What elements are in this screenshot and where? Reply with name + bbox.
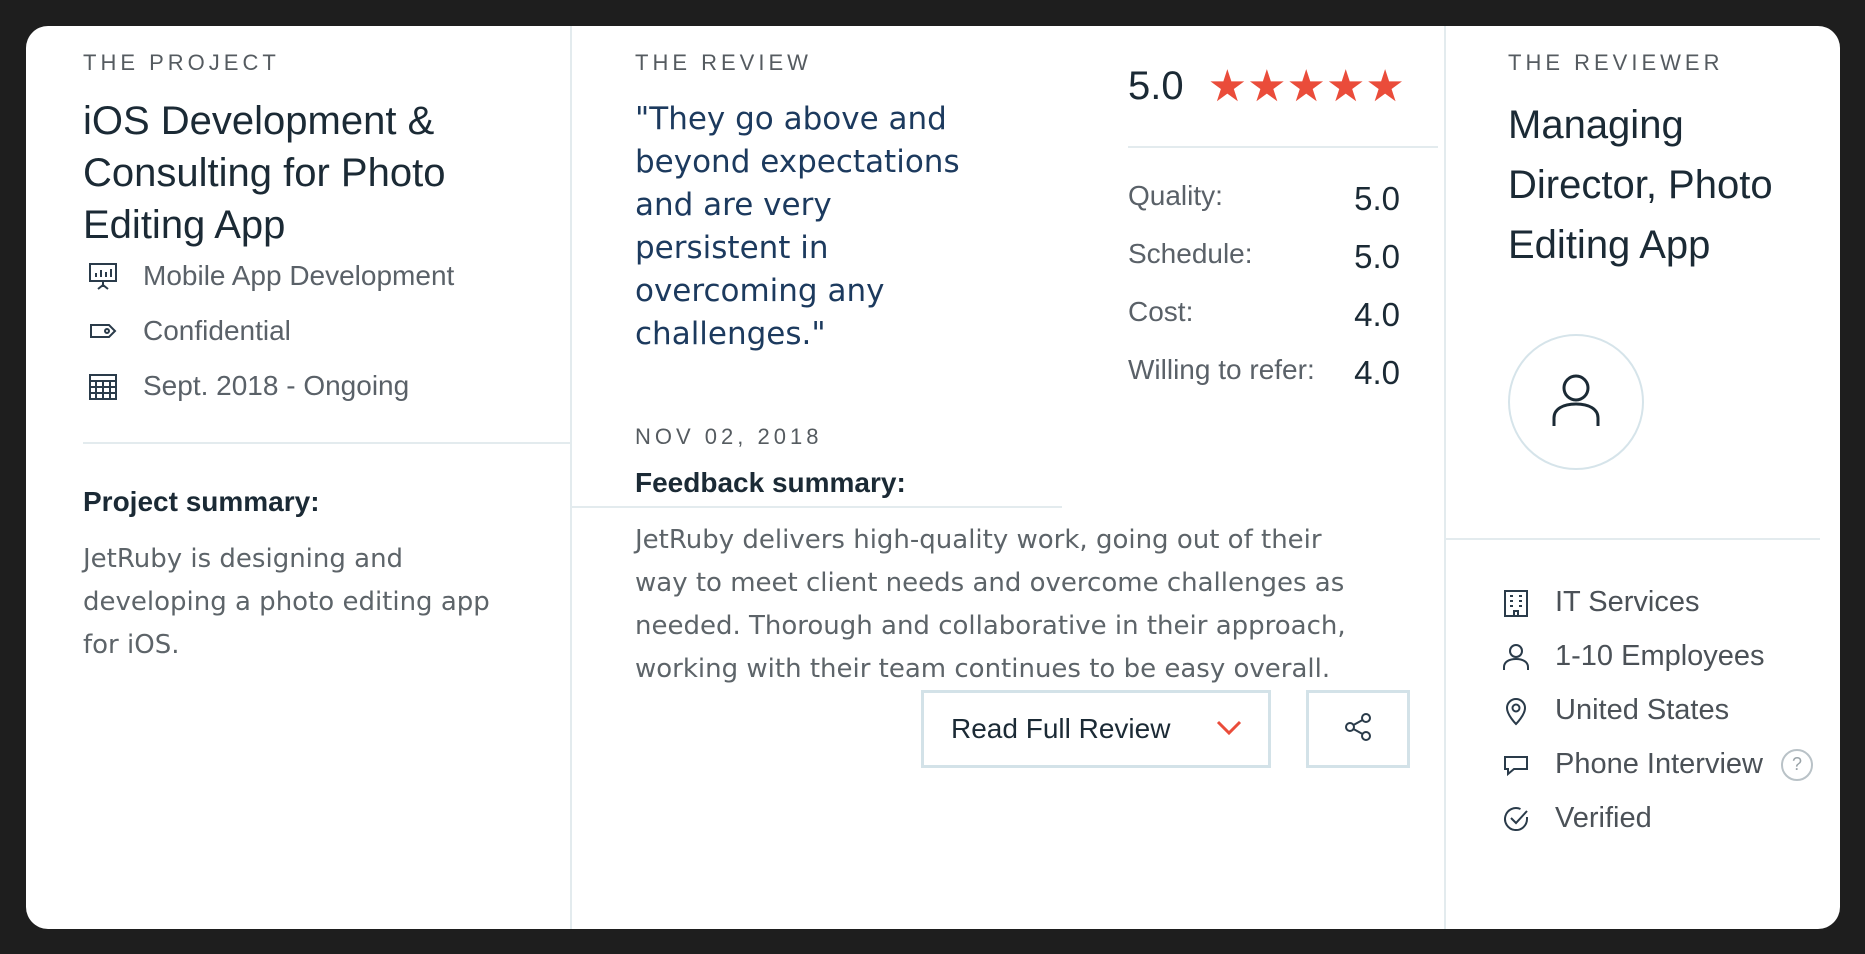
project-size-text: Confidential	[143, 315, 291, 346]
person-icon	[1499, 642, 1533, 672]
reviewer-industry-text: IT Services	[1555, 586, 1700, 618]
rating-label: Quality:	[1128, 180, 1223, 211]
reviewer-location-text: United States	[1555, 694, 1730, 726]
reviewer-verified: Verified	[1499, 802, 1652, 835]
review-card: THE PROJECT iOS Development & Consulting…	[26, 26, 1840, 929]
tag-icon	[83, 315, 123, 347]
reviewer-review-type: Phone Interview ?	[1499, 748, 1813, 781]
project-length-text: Sept. 2018 - Ongoing	[143, 370, 410, 401]
avatar	[1508, 334, 1644, 470]
feedback-summary-text: JetRuby delivers high-quality work, goin…	[635, 525, 1346, 684]
read-full-review-button[interactable]: Read Full Review	[921, 690, 1271, 768]
building-icon	[1499, 588, 1533, 618]
project-title: iOS Development & Consulting for Photo E…	[83, 99, 446, 247]
reviewer-company-size-text: 1-10 Employees	[1555, 640, 1765, 672]
divider	[572, 506, 1062, 508]
speech-bubble-icon	[1499, 750, 1533, 780]
star-rating: ★ ★ ★ ★ ★	[1207, 61, 1405, 111]
rating-schedule: Schedule: 5.0	[1128, 238, 1400, 276]
divider	[1128, 146, 1438, 148]
rating-willing-to-refer: Willing to refer: 4.0	[1128, 354, 1400, 392]
star-icon: ★	[1286, 61, 1326, 111]
location-pin-icon	[1499, 696, 1533, 726]
project-summary-text: JetRuby is designing and developing a ph…	[83, 544, 490, 660]
rating-label: Cost:	[1128, 296, 1194, 327]
project-length-item: Sept. 2018 - Ongoing	[83, 370, 409, 402]
reviewer-industry: IT Services	[1499, 586, 1700, 619]
project-column: THE PROJECT iOS Development & Consulting…	[26, 26, 570, 929]
question-circle-icon[interactable]: ?	[1780, 748, 1813, 781]
star-icon: ★	[1365, 61, 1405, 111]
overall-rating: 5.0 ★ ★ ★ ★ ★	[1128, 64, 1405, 109]
reviewer-details: IT Services 1-10 Employees United States…	[1499, 586, 1839, 886]
rating-value: 4.0	[1354, 354, 1400, 391]
project-size-item: Confidential	[83, 315, 291, 347]
project-summary-heading: Project summary:	[83, 486, 320, 517]
project-label: THE PROJECT	[83, 50, 280, 75]
rating-quality: Quality: 5.0	[1128, 180, 1400, 218]
review-column: THE REVIEW "They go above and beyond exp…	[572, 26, 1444, 929]
reviewer-company-size: 1-10 Employees	[1499, 640, 1765, 673]
review-label: THE REVIEW	[635, 50, 812, 75]
reviewer-label: THE REVIEWER	[1508, 50, 1724, 75]
rating-value: 4.0	[1354, 296, 1400, 333]
divider	[1446, 538, 1820, 540]
share-icon	[1342, 711, 1374, 748]
rating-label: Schedule:	[1128, 238, 1253, 269]
divider	[83, 442, 570, 444]
rating-value: 5.0	[1354, 180, 1400, 217]
review-date: NOV 02, 2018	[635, 424, 823, 449]
feedback-summary-heading: Feedback summary:	[635, 467, 906, 498]
star-icon: ★	[1247, 61, 1287, 111]
reviewer-verified-text: Verified	[1555, 802, 1652, 834]
service-line-item: Mobile App Development	[83, 260, 454, 292]
rating-value: 5.0	[1354, 238, 1400, 275]
rating-cost: Cost: 4.0	[1128, 296, 1400, 334]
review-quote: "They go above and beyond expectations a…	[635, 101, 960, 352]
reviewer-review-type-text: Phone Interview	[1555, 748, 1763, 780]
star-icon: ★	[1325, 61, 1366, 111]
star-icon: ★	[1207, 61, 1248, 111]
check-circle-icon	[1499, 804, 1533, 834]
chevron-down-icon	[1214, 717, 1244, 742]
reviewer-title: Managing Director, Photo Editing App	[1508, 103, 1773, 267]
calendar-icon	[83, 370, 123, 402]
read-full-review-label: Read Full Review	[951, 713, 1171, 744]
rating-label: Willing to refer:	[1128, 354, 1315, 385]
overall-score: 5.0	[1128, 64, 1184, 108]
user-icon	[1544, 368, 1608, 437]
reviewer-column: THE REVIEWER Managing Director, Photo Ed…	[1446, 26, 1840, 929]
share-button[interactable]	[1306, 690, 1410, 768]
reviewer-location: United States	[1499, 694, 1729, 727]
presentation-icon	[83, 260, 123, 292]
service-line-text: Mobile App Development	[143, 260, 455, 291]
